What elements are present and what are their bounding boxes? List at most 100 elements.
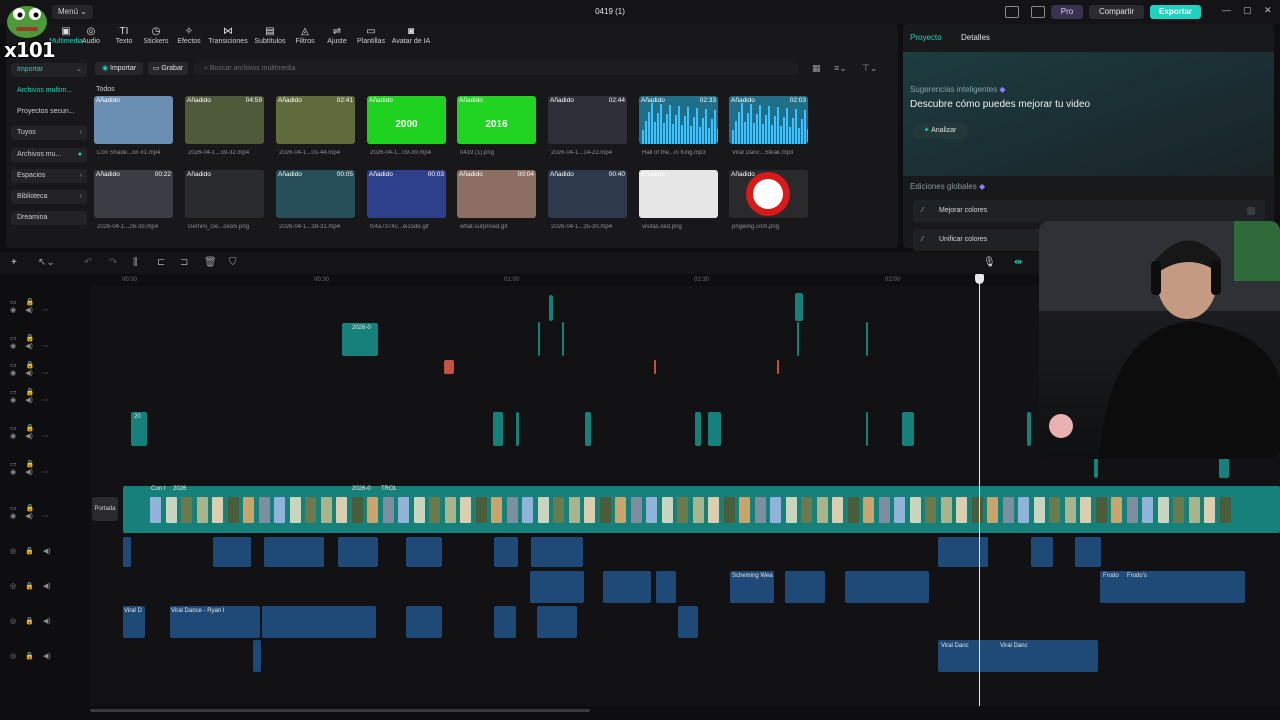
clip-thumbnail[interactable] bbox=[1111, 497, 1122, 523]
video-clip[interactable] bbox=[695, 412, 701, 446]
clip-thumbnail[interactable] bbox=[925, 497, 936, 523]
sticker-clip[interactable] bbox=[444, 360, 454, 374]
clip-thumbnail[interactable] bbox=[351, 497, 363, 523]
audio-clip[interactable] bbox=[1031, 537, 1053, 567]
clip-thumbnail[interactable] bbox=[413, 497, 425, 523]
clip-thumbnail[interactable] bbox=[770, 497, 781, 523]
clip-thumbnail[interactable] bbox=[599, 497, 611, 523]
speaker-icon[interactable]: ◀) bbox=[25, 343, 33, 350]
redo-icon[interactable]: ↷ bbox=[109, 257, 117, 268]
clip-thumbnail[interactable] bbox=[553, 497, 564, 523]
speaker-icon[interactable]: ◀) bbox=[25, 433, 33, 440]
video-clip[interactable] bbox=[795, 293, 803, 321]
clip-thumbnail[interactable] bbox=[444, 497, 456, 523]
clip-thumbnail[interactable] bbox=[181, 497, 192, 523]
import-button[interactable]: ◉ Importar bbox=[95, 62, 143, 75]
video-clip[interactable] bbox=[1027, 412, 1031, 446]
clip-thumbnail[interactable] bbox=[1188, 497, 1200, 523]
clip-thumbnail[interactable] bbox=[894, 497, 905, 523]
tool-transitions[interactable]: ⋈ Transiciones bbox=[208, 26, 248, 45]
sidebar-item-yours[interactable]: Tuyos › bbox=[11, 126, 87, 140]
clip-thumbnail[interactable] bbox=[1204, 497, 1215, 523]
clip-thumbnail[interactable] bbox=[584, 497, 595, 523]
clip-thumbnail[interactable] bbox=[1157, 497, 1169, 523]
clip-thumbnail[interactable] bbox=[165, 497, 177, 523]
more-icon[interactable]: ⋯ bbox=[42, 370, 49, 377]
tool-effects[interactable]: ✧ Efectos bbox=[169, 26, 209, 45]
clip-thumbnail[interactable] bbox=[1033, 497, 1045, 523]
audio-clip[interactable] bbox=[213, 537, 251, 567]
clip-thumbnail[interactable] bbox=[382, 497, 394, 523]
eye-icon[interactable]: ◉ bbox=[10, 513, 16, 520]
audio-clip[interactable] bbox=[494, 606, 516, 638]
lock-icon[interactable]: 🔒 bbox=[26, 335, 35, 342]
media-thumbnail[interactable]: Añadido 2016 bbox=[457, 96, 536, 144]
undo-icon[interactable]: ↶ bbox=[84, 257, 92, 268]
share-button[interactable]: Compartir bbox=[1089, 5, 1144, 19]
speaker-icon[interactable]: ◀) bbox=[43, 653, 51, 660]
media-thumbnail[interactable]: Añadido 00:04 bbox=[457, 170, 536, 218]
more-icon[interactable]: ⋯ bbox=[42, 307, 49, 314]
track-type-icon[interactable]: ▭ bbox=[10, 389, 17, 396]
clip-thumbnail[interactable] bbox=[475, 497, 487, 523]
clip-thumbnail[interactable] bbox=[1064, 497, 1076, 523]
clip-thumbnail[interactable] bbox=[987, 497, 998, 523]
media-thumbnail[interactable]: Añadido 00:40 bbox=[548, 170, 627, 218]
filter-icon[interactable]: ⊤⌄ bbox=[862, 63, 877, 74]
select-tool-icon[interactable]: ↖⌄ bbox=[38, 257, 55, 268]
clip-thumbnail[interactable] bbox=[661, 497, 673, 523]
track-type-icon[interactable]: ▭ bbox=[10, 362, 17, 369]
audio-clip[interactable] bbox=[494, 537, 518, 567]
clip-thumbnail[interactable] bbox=[630, 497, 642, 523]
sidebar-item-spaces[interactable]: Espacios › bbox=[11, 169, 87, 183]
analyze-button[interactable]: ✦ Analizar bbox=[912, 123, 968, 139]
clip-thumbnail[interactable] bbox=[1126, 497, 1138, 523]
video-clip[interactable] bbox=[585, 412, 591, 446]
video-clip[interactable] bbox=[549, 295, 553, 321]
clip-thumbnail[interactable] bbox=[196, 497, 208, 523]
clip-thumbnail[interactable] bbox=[816, 497, 828, 523]
link-icon[interactable]: ⇹ bbox=[1014, 257, 1022, 268]
tool-templates[interactable]: ▭ Plantillas bbox=[351, 26, 391, 45]
audio-clip[interactable] bbox=[264, 537, 324, 567]
sidebar-item-library[interactable]: Biblioteca › bbox=[11, 190, 87, 204]
playhead-handle[interactable] bbox=[975, 274, 984, 284]
clip-thumbnail[interactable] bbox=[305, 497, 316, 523]
clip-thumbnail[interactable] bbox=[506, 497, 518, 523]
speaker-icon[interactable]: ◀) bbox=[43, 583, 51, 590]
record-button[interactable]: ▭ Grabar bbox=[148, 62, 188, 75]
clip-thumbnail[interactable] bbox=[677, 497, 688, 523]
clip-thumbnail[interactable] bbox=[739, 497, 750, 523]
clip-thumbnail[interactable] bbox=[1080, 497, 1091, 523]
more-icon[interactable]: ⋯ bbox=[42, 433, 49, 440]
sidebar-item-media-files-2[interactable]: Archivos mu... ● bbox=[11, 148, 87, 162]
clip-thumbnail[interactable] bbox=[367, 497, 378, 523]
lock-icon[interactable]: 🔒 bbox=[26, 425, 35, 432]
audio-clip[interactable] bbox=[1075, 537, 1101, 567]
media-thumbnail[interactable]: Añadido 02:03 bbox=[729, 96, 808, 144]
audio-clip[interactable] bbox=[531, 537, 583, 567]
tool-ai-avatar[interactable]: ◙ Avatar de IA bbox=[390, 26, 432, 45]
track-type-icon[interactable]: ▭ bbox=[10, 425, 17, 432]
lock-icon[interactable]: 🔒 bbox=[25, 618, 34, 625]
clip-thumbnail[interactable] bbox=[754, 497, 766, 523]
clip-thumbnail[interactable] bbox=[863, 497, 874, 523]
speaker-icon[interactable]: ◀) bbox=[25, 370, 33, 377]
eye-icon[interactable]: ◉ bbox=[10, 469, 16, 476]
sidebar-item-import[interactable]: Importar ⌄ bbox=[11, 63, 87, 77]
clip-thumbnail[interactable] bbox=[289, 497, 301, 523]
speaker-icon[interactable]: ◀) bbox=[25, 513, 33, 520]
microphone-icon[interactable]: 🎙 bbox=[983, 257, 996, 268]
media-thumbnail[interactable]: Añadido bbox=[185, 170, 264, 218]
maximize-icon[interactable]: ▢ bbox=[1243, 5, 1252, 16]
sticker-clip[interactable] bbox=[654, 360, 656, 374]
eye-icon[interactable]: ◉ bbox=[10, 343, 16, 350]
video-clip[interactable] bbox=[538, 322, 540, 356]
clip-thumbnail[interactable] bbox=[336, 497, 347, 523]
video-clip[interactable] bbox=[902, 412, 914, 446]
export-button[interactable]: Exportar bbox=[1150, 5, 1201, 19]
media-thumbnail[interactable]: Añadido 02:44 bbox=[548, 96, 627, 144]
clip-thumbnail[interactable] bbox=[522, 497, 533, 523]
playhead[interactable] bbox=[979, 274, 980, 706]
speaker-icon[interactable]: ◀) bbox=[25, 397, 33, 404]
